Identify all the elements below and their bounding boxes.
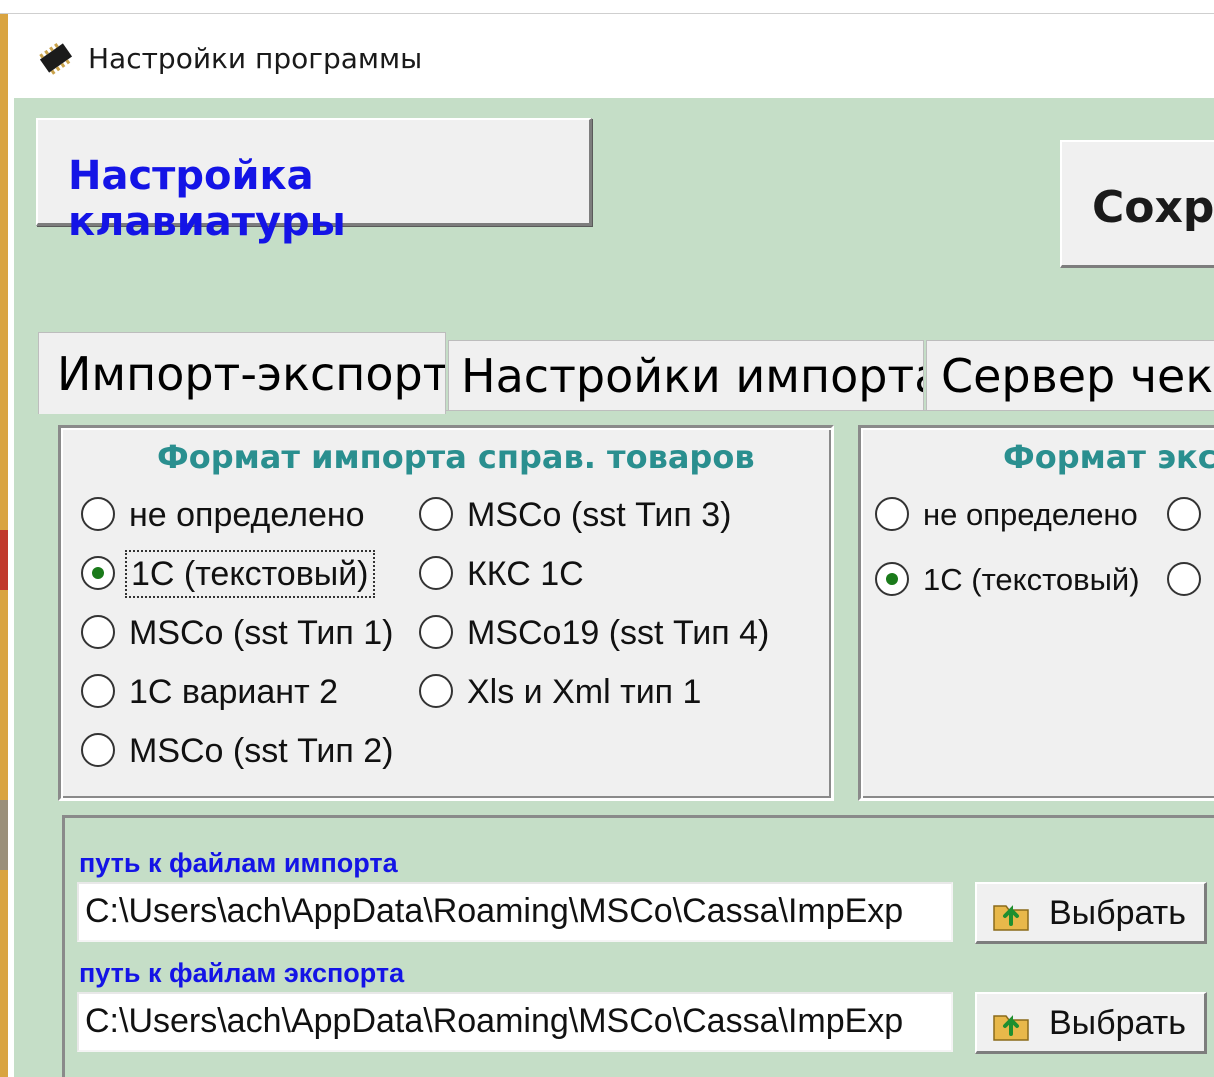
export-path-input[interactable]: C:\Users\ach\AppData\Roaming\MSCo\Cassa\… xyxy=(77,992,953,1052)
background-window-edge-gray xyxy=(0,800,8,870)
tab-import-export[interactable]: Импорт-экспорт xyxy=(38,332,446,414)
import-export-panel: Формат импорта справ. товаров не определ… xyxy=(42,410,1214,1077)
tab-import-settings[interactable]: Настройки импорта xyxy=(448,340,924,410)
radio-label: ККС 1С xyxy=(467,555,584,593)
title-bar: Настройки программы xyxy=(14,14,1214,98)
radio-button-icon xyxy=(1167,497,1201,531)
settings-window-body: Настройка клавиатуры Сохр Импорт-экспорт… xyxy=(14,98,1214,1077)
save-button[interactable]: Сохр xyxy=(1060,140,1214,268)
window-title: Настройки программы xyxy=(88,42,423,75)
paths-group: путь к файлам импорта C:\Users\ach\AppDa… xyxy=(62,815,1214,1077)
export-format-title: Формат экс xyxy=(1003,438,1214,476)
radio-label: Xls и Xml тип 1 xyxy=(467,673,702,711)
radio-label: 1С (текстовый) xyxy=(125,550,375,598)
radio-button-icon xyxy=(1167,562,1201,596)
keyboard-settings-button[interactable]: Настройка клавиатуры xyxy=(36,118,592,245)
chip-icon xyxy=(39,43,73,75)
folder-up-icon xyxy=(993,905,1029,931)
screen-top-edge xyxy=(0,0,1214,14)
import-path-pick-button[interactable]: Выбрать xyxy=(975,882,1207,944)
radio-button-icon xyxy=(419,556,453,590)
import-format-title: Формат импорта справ. товаров xyxy=(157,438,755,476)
radio-label: MSCo (sst Тип 3) xyxy=(467,496,732,534)
pick-button-label: Выбрать xyxy=(1049,1004,1186,1042)
import-path-label: путь к файлам импорта xyxy=(79,848,398,878)
radio-button-icon xyxy=(419,497,453,531)
radio-button-icon xyxy=(81,497,115,531)
export-path-label: путь к файлам экспорта xyxy=(79,958,405,988)
save-button-label: Сохр xyxy=(1092,182,1214,233)
pick-button-label: Выбрать xyxy=(1049,894,1186,932)
tab-import-settings-label: Настройки импорта xyxy=(461,349,924,403)
radio-label: MSCo19 (sst Тип 4) xyxy=(467,614,770,652)
radio-button-checked-icon xyxy=(875,562,909,596)
tab-check-server[interactable]: Сервер чек xyxy=(926,340,1214,410)
radio-label: MSCo (sst Тип 1) xyxy=(129,614,394,652)
keyboard-settings-label: Настройка клавиатуры xyxy=(68,153,346,245)
tab-import-export-label: Импорт-экспорт xyxy=(57,347,446,401)
radio-button-icon xyxy=(81,615,115,649)
radio-label: 1С вариант 2 xyxy=(129,673,339,711)
radio-button-checked-icon xyxy=(81,556,115,590)
import-format-group: Формат импорта справ. товаров не определ… xyxy=(58,425,834,801)
folder-up-icon xyxy=(993,1015,1029,1041)
radio-label: не определено xyxy=(129,496,365,534)
radio-label: 1С (текстовый) xyxy=(923,562,1140,597)
radio-button-icon xyxy=(81,733,115,767)
radio-label: не определено xyxy=(923,497,1138,532)
import-path-input[interactable]: C:\Users\ach\AppData\Roaming\MSCo\Cassa\… xyxy=(77,882,953,942)
radio-label: MSCo (sst Тип 2) xyxy=(129,732,394,770)
radio-button-icon xyxy=(419,674,453,708)
tab-check-server-label: Сервер чек xyxy=(941,349,1214,403)
background-window-edge-red xyxy=(0,530,8,590)
export-path-pick-button[interactable]: Выбрать xyxy=(975,992,1207,1054)
radio-button-icon xyxy=(419,615,453,649)
radio-button-icon xyxy=(81,674,115,708)
export-format-group: Формат экс не определено 1С (текстовый) xyxy=(858,425,1214,801)
radio-button-icon xyxy=(875,497,909,531)
